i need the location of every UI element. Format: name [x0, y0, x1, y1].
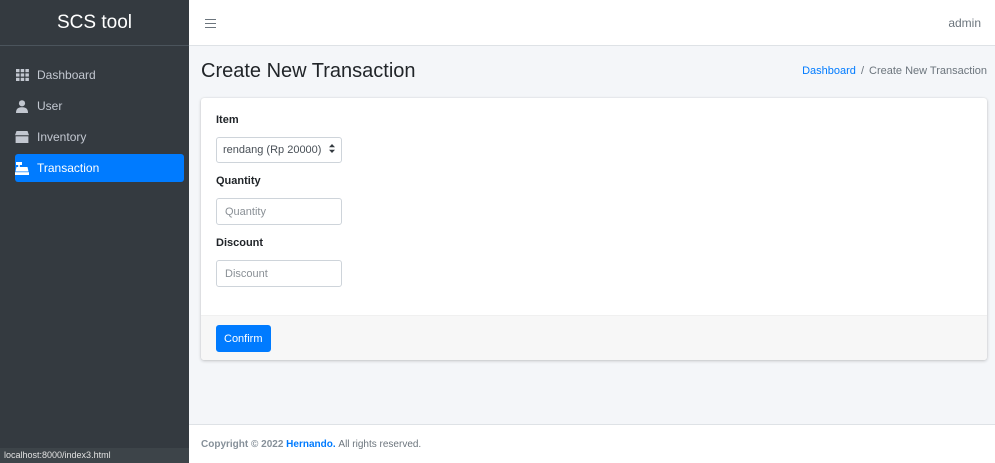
confirm-button[interactable]: Confirm: [216, 325, 271, 352]
owner-link[interactable]: Hernando.: [286, 439, 335, 450]
sidebar-item-inventory[interactable]: Inventory: [15, 123, 184, 151]
select-arrows-icon: [329, 144, 335, 156]
box-icon: [15, 130, 29, 144]
copyright-text: Copyright © 2022: [201, 438, 284, 450]
quantity-label: Quantity: [216, 175, 261, 187]
breadcrumb-current: Create New Transaction: [869, 65, 987, 77]
sidebar-nav: Dashboard User Inventory Transaction: [0, 46, 189, 182]
content-header: Create New Transaction Dashboard / Creat…: [189, 46, 995, 96]
status-bar-url: localhost:8000/index3.html: [0, 448, 189, 463]
page-footer: Copyright © 2022 Hernando. All rights re…: [189, 424, 995, 463]
sidebar: SCS tool Dashboard User Inventory Transa…: [0, 0, 189, 463]
cash-register-icon: [15, 161, 29, 175]
sidebar-item-label: Inventory: [37, 130, 87, 144]
card-footer: Confirm: [201, 315, 987, 360]
page-title: Create New Transaction: [201, 59, 416, 82]
brand-title[interactable]: SCS tool: [0, 0, 189, 46]
breadcrumb-dashboard-link[interactable]: Dashboard: [802, 65, 856, 77]
card-body: Item rendang (Rp 20000) Quantity Discoun…: [201, 98, 987, 315]
item-label: Item: [216, 114, 239, 126]
item-select-value: rendang (Rp 20000): [223, 144, 322, 156]
discount-input[interactable]: [216, 260, 342, 287]
top-navbar: admin: [189, 0, 995, 46]
sidebar-item-transaction[interactable]: Transaction: [15, 154, 184, 182]
hamburger-icon[interactable]: [205, 15, 216, 31]
transaction-form-card: Item rendang (Rp 20000) Quantity Discoun…: [201, 98, 987, 360]
item-form-group: Item rendang (Rp 20000): [216, 114, 972, 163]
sidebar-item-user[interactable]: User: [15, 92, 184, 120]
user-icon: [15, 99, 29, 113]
breadcrumb-separator: /: [860, 65, 864, 77]
discount-form-group: Discount: [216, 237, 972, 287]
sidebar-item-label: User: [37, 99, 63, 113]
quantity-form-group: Quantity: [216, 175, 972, 225]
breadcrumb: Dashboard / Create New Transaction: [802, 65, 987, 77]
grid-icon: [15, 68, 29, 82]
discount-label: Discount: [216, 237, 264, 249]
rights-text: All rights reserved.: [338, 438, 422, 450]
sidebar-item-label: Dashboard: [37, 68, 96, 82]
sidebar-item-dashboard[interactable]: Dashboard: [15, 61, 184, 89]
user-menu[interactable]: admin: [948, 16, 981, 30]
sidebar-item-label: Transaction: [37, 161, 100, 175]
item-select[interactable]: rendang (Rp 20000): [216, 137, 342, 163]
quantity-input[interactable]: [216, 198, 342, 225]
